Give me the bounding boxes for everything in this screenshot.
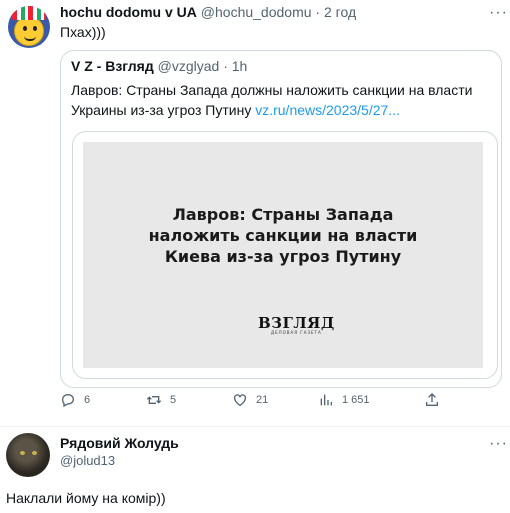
author-name[interactable]: hochu dodomu v UA	[60, 4, 197, 20]
reply-author-name[interactable]: Рядовий Жолудь	[60, 435, 179, 451]
quoted-time: 1h	[231, 58, 248, 74]
quoted-header: V Z - Взгляд @vzglyad · 1h	[71, 58, 247, 74]
divider	[0, 426, 510, 427]
tweet-text: Пхах)))	[60, 24, 106, 40]
retweet-button[interactable]: 5	[146, 392, 176, 408]
action-bar: 6 5 21 1 651	[60, 392, 500, 416]
more-dots-icon[interactable]: ···	[489, 4, 508, 22]
reply-icon	[61, 393, 75, 408]
tweet-header: hochu dodomu v UA @hochu_dodomu · 2 год	[60, 4, 356, 20]
quoted-author-name: V Z - Взгляд	[71, 58, 154, 74]
views-count: 1 651	[342, 394, 370, 406]
quoted-separator: ·	[219, 58, 232, 74]
emoji-face-icon	[14, 16, 44, 46]
cat-eye-icon	[20, 451, 25, 455]
retweet-icon	[146, 396, 162, 404]
like-button[interactable]: 21	[232, 392, 268, 408]
like-icon	[234, 394, 246, 407]
quoted-link[interactable]: vz.ru/news/2023/5/27...	[255, 102, 400, 118]
views-button[interactable]: 1 651	[318, 392, 370, 408]
hat-icon	[12, 6, 46, 20]
share-button[interactable]	[424, 392, 440, 408]
header-separator: ·	[311, 4, 324, 20]
views-icon	[320, 394, 332, 406]
author-avatar[interactable]	[8, 6, 50, 48]
link-card[interactable]: Лавров: Страны Запада наложить санкции н…	[72, 131, 498, 379]
more-dots-icon[interactable]: ···	[489, 435, 508, 453]
quoted-text: Лавров: Страны Запада должны наложить са…	[71, 80, 495, 120]
quoted-author-handle: @vzglyad	[157, 58, 220, 74]
reply-button[interactable]: 6	[60, 392, 90, 408]
reply-text: Наклали йому на комір))	[6, 490, 166, 506]
card-headline: Лавров: Страны Запада наложить санкции н…	[148, 205, 418, 266]
quoted-tweet[interactable]: V Z - Взгляд @vzglyad · 1h Лавров: Стран…	[60, 50, 502, 388]
reply-author-handle[interactable]: @jolud13	[60, 453, 115, 468]
author-handle[interactable]: @hochu_dodomu	[201, 4, 312, 20]
like-count: 21	[256, 394, 269, 406]
retweet-count: 5	[170, 394, 177, 406]
reply-count: 6	[84, 394, 91, 406]
publisher-logo: ВЗГЛЯД ДЕЛОВАЯ ГАЗЕТА	[258, 314, 335, 335]
cat-eye-icon	[32, 451, 37, 455]
share-icon	[426, 393, 438, 406]
card-image: Лавров: Страны Запада наложить санкции н…	[83, 142, 483, 368]
tweet-time[interactable]: 2 год	[324, 4, 356, 20]
reply-author-avatar[interactable]	[6, 433, 50, 477]
